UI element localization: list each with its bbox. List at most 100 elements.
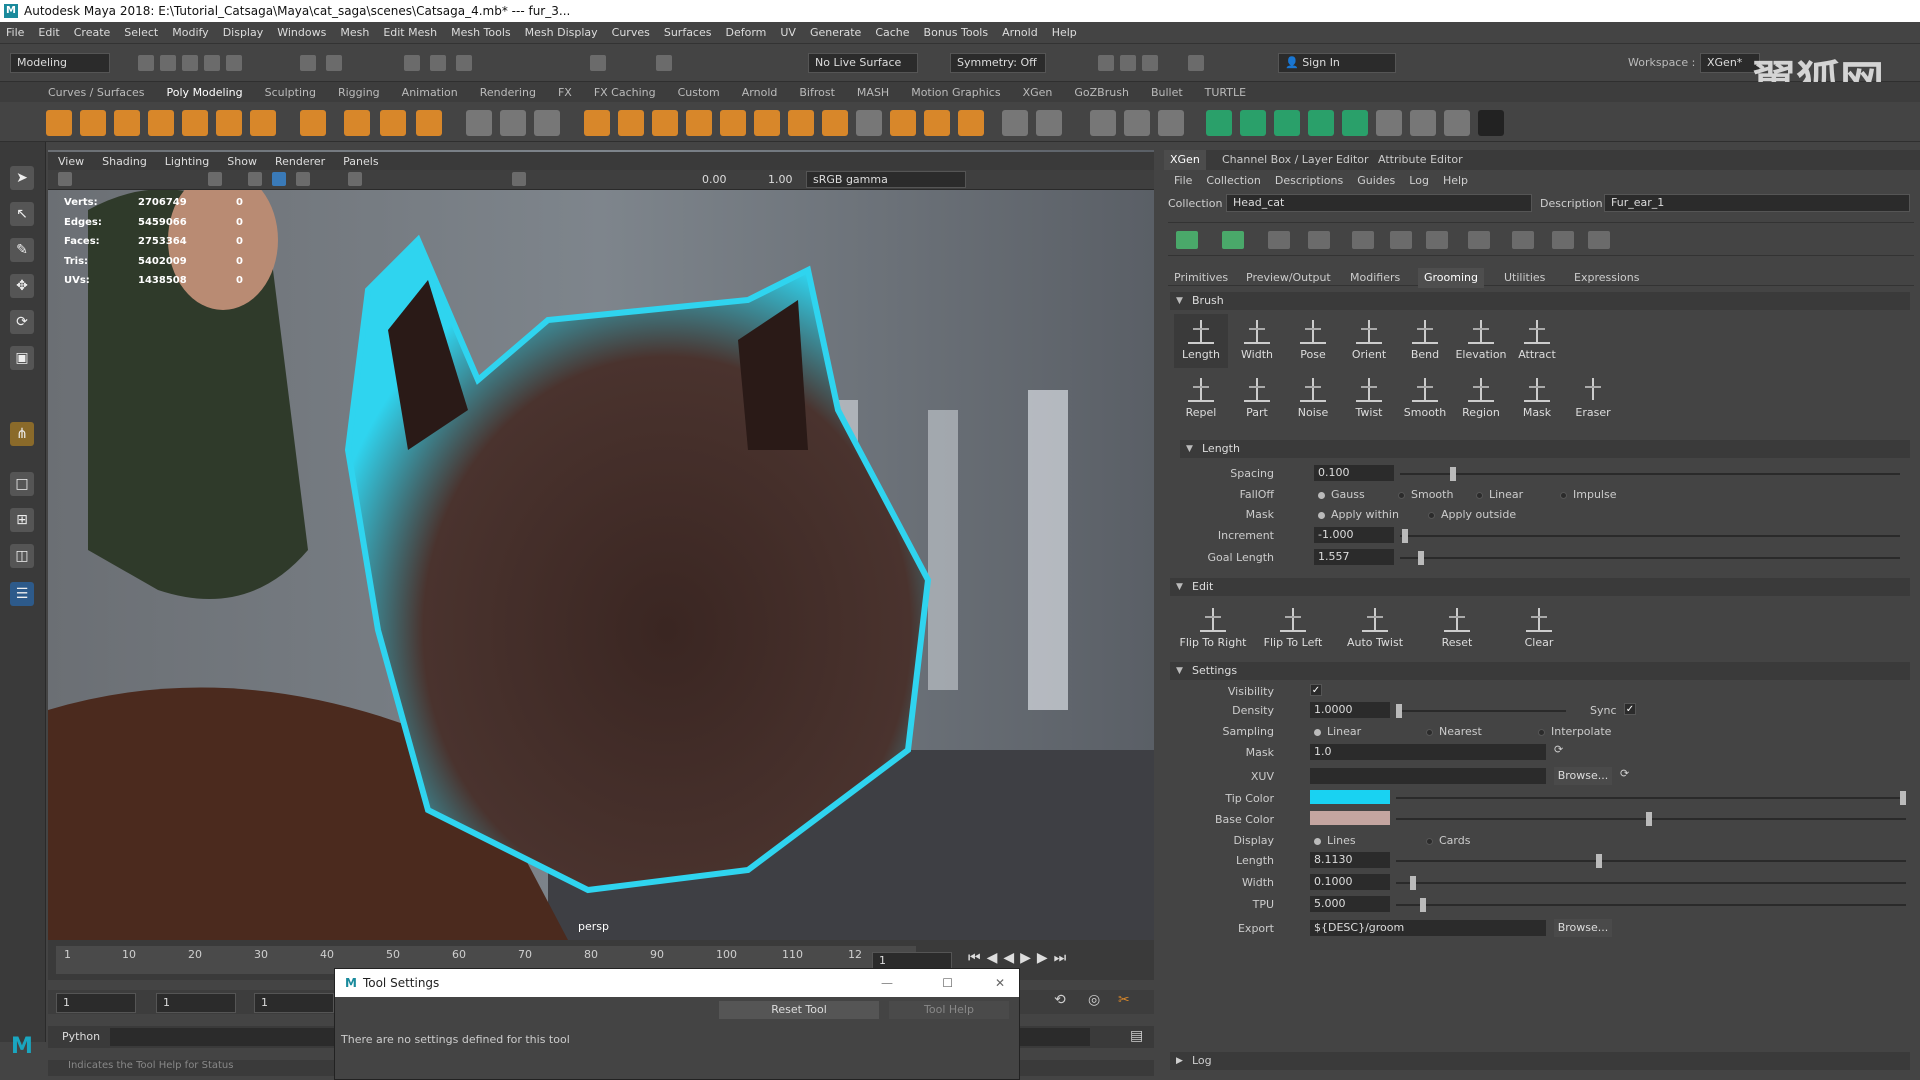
menu-create[interactable]: Create	[74, 26, 111, 39]
range-inner-start-field[interactable]: 1	[156, 993, 236, 1013]
display-lines-radio[interactable]: Lines	[1314, 834, 1356, 847]
settings-section-header[interactable]: Settings	[1170, 662, 1910, 680]
tab-grooming[interactable]: Grooming	[1418, 268, 1484, 288]
poly-sphere-icon[interactable]	[46, 110, 72, 136]
guide-cvs-icon[interactable]	[1352, 231, 1374, 249]
anim-start-field[interactable]: 1	[254, 993, 334, 1013]
grid-icon[interactable]	[208, 172, 222, 186]
brush-eraser[interactable]: Eraser	[1566, 372, 1620, 426]
shelf-tab-animation[interactable]: Animation	[402, 86, 458, 99]
tab-expressions[interactable]: Expressions	[1568, 268, 1645, 288]
connect-icon[interactable]	[856, 110, 882, 136]
gamma-value[interactable]: 1.00	[768, 173, 793, 186]
playback-controls[interactable]: ⏮◀◀▶▶⏭	[968, 950, 1072, 966]
brush-noise[interactable]: Noise	[1286, 372, 1340, 426]
menu-arnold[interactable]: Arnold	[1002, 26, 1038, 39]
shelf-tab-rendering[interactable]: Rendering	[480, 86, 536, 99]
sampling-nearest-radio[interactable]: Nearest	[1426, 725, 1482, 738]
reset-tool-button[interactable]: Reset Tool	[719, 1001, 879, 1019]
log-section-header[interactable]: ▶ Log	[1170, 1052, 1910, 1070]
vp-menu-shading[interactable]: Shading	[102, 155, 147, 168]
brush-elevation[interactable]: Elevation	[1454, 314, 1508, 368]
shelf-tab-bifrost[interactable]: Bifrost	[799, 86, 835, 99]
exposure-value[interactable]: 0.00	[702, 173, 727, 186]
density-slider[interactable]	[1396, 704, 1566, 718]
fill-hole-icon[interactable]	[754, 110, 780, 136]
falloff-gauss-radio[interactable]: Gauss	[1318, 488, 1365, 501]
menu-mesh[interactable]: Mesh	[340, 26, 369, 39]
vp-menu-show[interactable]: Show	[227, 155, 257, 168]
shelf-tab-turtle[interactable]: TURTLE	[1205, 86, 1246, 99]
save-scene-icon[interactable]	[182, 55, 198, 71]
menu-file[interactable]: File	[6, 26, 24, 39]
slide-edge-icon[interactable]	[958, 110, 984, 136]
mask-setting-field[interactable]: 1.0	[1310, 744, 1546, 760]
poly-disc-icon[interactable]	[250, 110, 276, 136]
length-section-header[interactable]: Length	[1180, 440, 1910, 458]
snap-curve-icon[interactable]	[430, 55, 446, 71]
workspace-dropdown[interactable]: XGen*	[1700, 53, 1760, 73]
description-dropdown[interactable]: Fur_ear_1	[1604, 194, 1910, 212]
lock-guides-icon[interactable]	[1426, 231, 1448, 249]
xgen-groom-icon[interactable]	[1308, 110, 1334, 136]
zbrush-icon[interactable]	[1478, 110, 1504, 136]
svg-tool-icon[interactable]	[416, 110, 442, 136]
brush-bend[interactable]: Bend	[1398, 314, 1452, 368]
width-setting-slider[interactable]	[1396, 876, 1906, 890]
collection-dropdown[interactable]: Head_cat	[1226, 194, 1532, 212]
length-setting-slider[interactable]	[1396, 854, 1906, 868]
shelf-tab-mash[interactable]: MASH	[857, 86, 889, 99]
render-frame-icon[interactable]	[1120, 55, 1136, 71]
menu-edit-mesh[interactable]: Edit Mesh	[383, 26, 437, 39]
tip-color-slider[interactable]	[1396, 791, 1906, 805]
add-guides-icon[interactable]	[1268, 231, 1290, 249]
shelf-tab-arnold[interactable]: Arnold	[742, 86, 778, 99]
flip-to-right-button[interactable]: Flip To Right	[1178, 602, 1248, 656]
rotate-tool-icon[interactable]: ⟳	[10, 310, 34, 334]
xgen-collection-icon[interactable]	[1240, 110, 1266, 136]
xgen-menu-guides[interactable]: Guides	[1357, 174, 1395, 187]
menu-cache[interactable]: Cache	[875, 26, 909, 39]
sync-checkbox[interactable]: ✓	[1624, 703, 1636, 715]
flip-to-left-button[interactable]: Flip To Left	[1258, 602, 1328, 656]
uv-editor-icon[interactable]	[1002, 110, 1028, 136]
mirror-icon[interactable]	[890, 110, 916, 136]
sampling-linear-radio[interactable]: Linear	[1314, 725, 1361, 738]
increment-field[interactable]: -1.000	[1314, 527, 1394, 543]
menu-help[interactable]: Help	[1052, 26, 1077, 39]
falloff-linear-radio[interactable]: Linear	[1476, 488, 1523, 501]
xgen-guides-icon[interactable]	[1342, 110, 1368, 136]
live-surface-field[interactable]: No Live Surface	[808, 53, 918, 73]
panel-tab-channel-box[interactable]: Channel Box / Layer Editor	[1216, 150, 1375, 170]
vp-menu-view[interactable]: View	[58, 155, 84, 168]
textured-icon[interactable]	[296, 172, 310, 186]
select-hierarchy-icon[interactable]	[300, 55, 316, 71]
separate-icon[interactable]	[500, 110, 526, 136]
crease-icon[interactable]	[1124, 110, 1150, 136]
smooth-icon[interactable]	[534, 110, 560, 136]
isolate-icon[interactable]	[512, 172, 526, 186]
menu-generate[interactable]: Generate	[810, 26, 861, 39]
base-color-slider[interactable]	[1396, 812, 1906, 826]
open-scene-icon[interactable]	[160, 55, 176, 71]
vp-menu-panels[interactable]: Panels	[343, 155, 378, 168]
move-guides-icon[interactable]	[1308, 231, 1330, 249]
undo-icon[interactable]	[204, 55, 220, 71]
snap-grid-icon[interactable]	[404, 55, 420, 71]
tab-preview-output[interactable]: Preview/Output	[1240, 268, 1337, 288]
xuv-field[interactable]	[1310, 768, 1546, 784]
shelf-tab-rigging[interactable]: Rigging	[338, 86, 380, 99]
xgen-import-icon[interactable]	[1410, 110, 1436, 136]
boolean-icon[interactable]	[584, 110, 610, 136]
super-shape-icon[interactable]	[344, 110, 370, 136]
loop-icon[interactable]: ⟲	[1054, 992, 1066, 1008]
lasso-tool-icon[interactable]: ↖	[10, 202, 34, 226]
menu-curves[interactable]: Curves	[612, 26, 650, 39]
pencil-icon[interactable]	[1090, 110, 1116, 136]
xuv-refresh-icon[interactable]: ⟳	[1620, 767, 1629, 780]
close-icon[interactable]: ✕	[995, 976, 1005, 990]
brush-pose[interactable]: Pose	[1286, 314, 1340, 368]
shelf-tab-custom[interactable]: Custom	[678, 86, 720, 99]
symmetry-dropdown[interactable]: Symmetry: Off	[950, 53, 1046, 73]
shelf-tab-sculpting[interactable]: Sculpting	[265, 86, 316, 99]
